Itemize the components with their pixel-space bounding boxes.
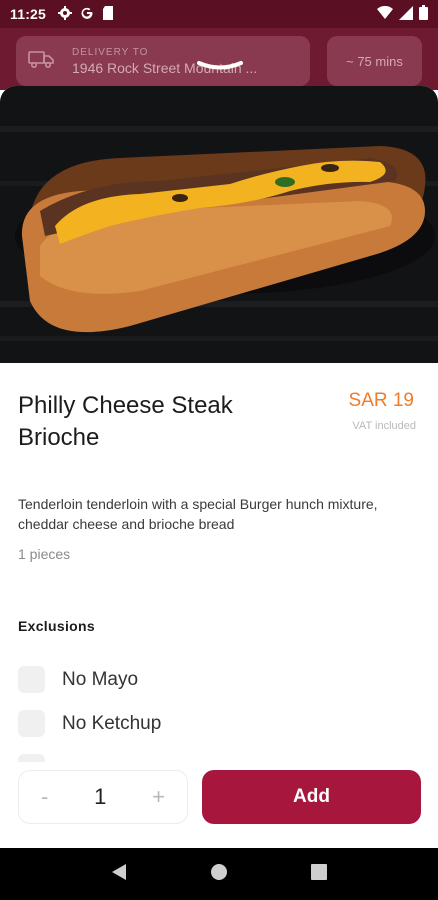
quantity-value: 1 [94, 784, 107, 809]
decrement-button[interactable]: - [41, 784, 48, 810]
delivery-truck-icon [28, 50, 54, 73]
sheet-collapse-handle[interactable] [195, 58, 245, 74]
home-icon[interactable] [210, 863, 228, 886]
sd-card-icon [102, 5, 114, 23]
eta-badge: ~ 75 mins [327, 36, 422, 86]
wifi-icon [377, 5, 393, 22]
exclusion-option[interactable]: No Mayo [18, 666, 138, 693]
increment-button[interactable]: + [152, 784, 165, 810]
product-description: Tenderloin tenderloin with a special Bur… [18, 496, 378, 532]
product-price: SAR 19 [348, 390, 414, 411]
status-time: 11:25 [10, 6, 47, 22]
checkbox[interactable] [18, 666, 45, 693]
delivery-address: 1946 Rock Street Mountain ... [72, 59, 258, 76]
status-bar: 11:25 [0, 0, 438, 28]
signal-icon [399, 5, 413, 23]
exclusion-label: No Ketchup [62, 712, 162, 734]
settings-icon [58, 5, 73, 23]
battery-icon [419, 5, 428, 23]
add-to-cart-button[interactable]: Add [202, 770, 421, 824]
recents-icon[interactable] [310, 863, 327, 885]
exclusion-option[interactable]: No Ketchup [18, 710, 161, 737]
back-icon[interactable] [111, 863, 127, 886]
exclusions-title: Exclusions [18, 618, 95, 634]
product-title: Philly Cheese Steak Brioche [18, 392, 233, 451]
google-icon [80, 6, 94, 23]
vat-note: VAT included [352, 420, 416, 432]
delivery-location-button[interactable]: DELIVERY TO 1946 Rock Street Mountain ..… [16, 36, 310, 86]
product-pieces: 1 pieces [18, 546, 71, 562]
checkbox[interactable] [18, 710, 45, 737]
exclusion-label: No Mayo [62, 668, 139, 690]
quantity-stepper: - 1 + [18, 770, 188, 824]
delivery-label: DELIVERY TO [72, 46, 149, 58]
system-nav-bar [0, 848, 438, 900]
action-bar: - 1 + Add [0, 762, 438, 848]
product-image [0, 86, 438, 363]
product-sheet: Philly Cheese Steak Brioche SAR 19 VAT i… [0, 86, 438, 848]
